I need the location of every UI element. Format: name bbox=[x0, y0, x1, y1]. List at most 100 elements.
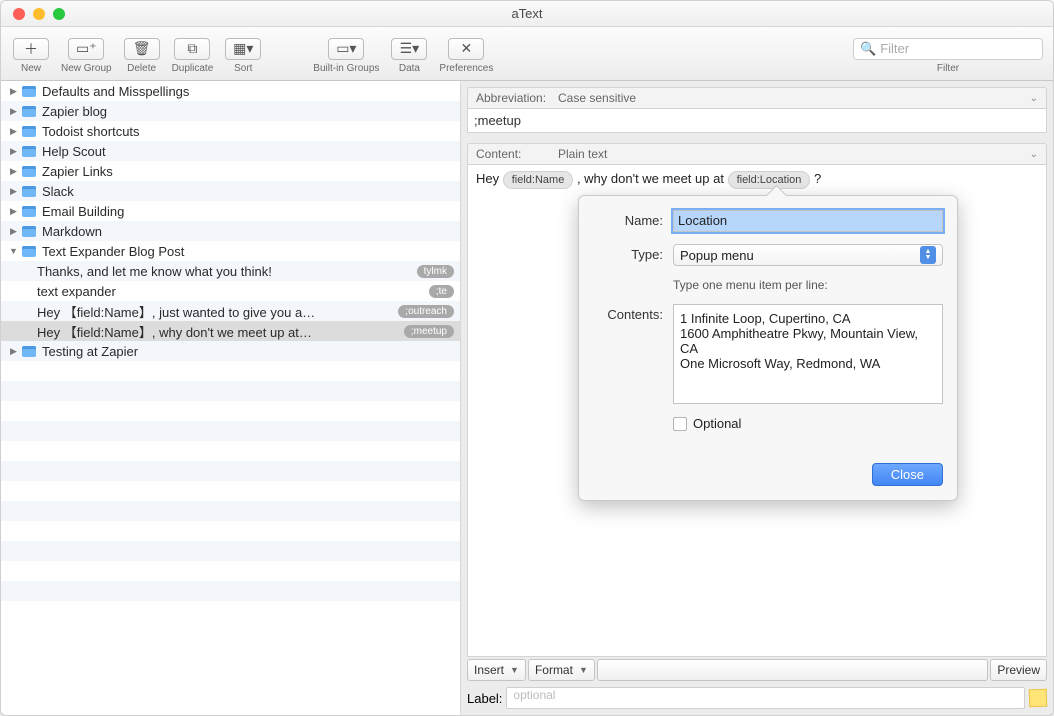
list-item[interactable]: ▶Slack bbox=[1, 181, 460, 201]
folder-icon bbox=[22, 106, 36, 117]
data-button[interactable]: ☰▾ bbox=[391, 38, 427, 60]
content-text-post: ? bbox=[814, 171, 821, 186]
note-icon[interactable] bbox=[1029, 689, 1048, 708]
filter-input[interactable]: 🔍Filter bbox=[853, 38, 1043, 60]
list-item[interactable] bbox=[1, 581, 460, 601]
plus-icon: ＋ bbox=[24, 39, 38, 59]
content-editor[interactable]: Hey field:Name , why don't we meet up at… bbox=[467, 165, 1047, 657]
list-icon: ☰▾ bbox=[400, 40, 420, 57]
window-title: aText bbox=[1, 6, 1053, 21]
field-name-chip[interactable]: field:Name bbox=[503, 171, 574, 189]
list-item[interactable]: ▶Zapier Links bbox=[1, 161, 460, 181]
list-item[interactable]: Hey 【field:Name】, why don't we meet up a… bbox=[1, 321, 460, 341]
disclosure-triangle-icon: ▶ bbox=[9, 167, 18, 176]
delete-button[interactable]: 🗑 bbox=[124, 38, 160, 60]
list-item[interactable]: ▶Testing at Zapier bbox=[1, 341, 460, 361]
content-text-pre: Hey bbox=[476, 171, 503, 186]
folder-icon bbox=[22, 226, 36, 237]
abbr-badge: tylmk bbox=[417, 265, 454, 278]
field-path[interactable] bbox=[597, 659, 988, 681]
new-group-button[interactable]: ▭⁺ bbox=[68, 38, 104, 60]
new-button[interactable]: ＋ bbox=[13, 38, 49, 60]
folder-icon bbox=[22, 166, 36, 177]
popover-name-input[interactable]: Location bbox=[673, 210, 943, 232]
content-mode: Plain text bbox=[558, 147, 1030, 161]
search-icon: 🔍 bbox=[860, 41, 876, 57]
list-item[interactable]: Thanks, and let me know what you think!t… bbox=[1, 261, 460, 281]
disclosure-triangle-icon: ▶ bbox=[9, 87, 18, 96]
list-item[interactable]: Hey 【field:Name】, just wanted to give yo… bbox=[1, 301, 460, 321]
content-label: Content: bbox=[476, 147, 558, 161]
list-item[interactable] bbox=[1, 561, 460, 581]
preferences-button[interactable]: ✕ bbox=[448, 38, 484, 60]
content-header[interactable]: Content: Plain text ⌄ bbox=[467, 143, 1047, 165]
list-item[interactable]: ▶Defaults and Misspellings bbox=[1, 81, 460, 101]
abbr-badge: ;meetup bbox=[404, 325, 454, 338]
sort-button[interactable]: ▦▾ bbox=[225, 38, 261, 60]
folder-icon bbox=[22, 206, 36, 217]
abbr-badge: ;te bbox=[429, 285, 454, 298]
popover-type-value: Popup menu bbox=[680, 248, 754, 263]
popover-optional-checkbox[interactable]: Optional bbox=[673, 416, 943, 431]
insert-menu[interactable]: Insert▼ bbox=[467, 659, 526, 681]
list-item[interactable]: ▶Markdown bbox=[1, 221, 460, 241]
disclosure-triangle-icon: ▶ bbox=[9, 207, 18, 216]
prefs-label: Preferences bbox=[439, 63, 493, 74]
builtin-label: Built-in Groups bbox=[313, 63, 379, 74]
builtin-groups-button[interactable]: ▭▾ bbox=[328, 38, 364, 60]
folder-icon bbox=[22, 186, 36, 197]
app-window: aText ＋New ▭⁺New Group 🗑Delete ⧉Duplicat… bbox=[0, 0, 1054, 716]
popover-contents-textarea[interactable]: 1 Infinite Loop, Cupertino, CA 1600 Amph… bbox=[673, 304, 943, 404]
new-label: New bbox=[21, 63, 41, 74]
abbrev-label: Abbreviation: bbox=[476, 91, 558, 105]
list-item[interactable] bbox=[1, 501, 460, 521]
popover-close-button[interactable]: Close bbox=[872, 463, 943, 486]
folder-icon bbox=[22, 346, 36, 357]
content-text-mid: , why don't we meet up at bbox=[577, 171, 728, 186]
folder-icon bbox=[22, 126, 36, 137]
popover-contents-label: Contents: bbox=[593, 304, 663, 322]
chevron-down-icon: ⌄ bbox=[1030, 93, 1038, 104]
popup-icon: ▭▾ bbox=[336, 40, 356, 57]
list-item[interactable] bbox=[1, 541, 460, 561]
field-location-chip[interactable]: field:Location bbox=[728, 171, 811, 189]
disclosure-triangle-icon: ▶ bbox=[9, 187, 18, 196]
folder-icon bbox=[22, 146, 36, 157]
snippet-label-input[interactable]: optional bbox=[506, 687, 1025, 709]
list-item[interactable] bbox=[1, 421, 460, 441]
snippet-label-label: Label: bbox=[467, 691, 502, 706]
duplicate-button[interactable]: ⧉ bbox=[174, 38, 210, 60]
sort-icon: ▦▾ bbox=[233, 40, 253, 57]
stepper-icon: ▲▼ bbox=[920, 246, 936, 264]
list-item[interactable]: ▶Email Building bbox=[1, 201, 460, 221]
toolbar: ＋New ▭⁺New Group 🗑Delete ⧉Duplicate ▦▾So… bbox=[1, 27, 1053, 81]
list-item[interactable]: ▶Zapier blog bbox=[1, 101, 460, 121]
list-item[interactable] bbox=[1, 441, 460, 461]
delete-label: Delete bbox=[127, 63, 156, 74]
popover-type-select[interactable]: Popup menu ▲▼ bbox=[673, 244, 943, 266]
list-item[interactable]: ▶Help Scout bbox=[1, 141, 460, 161]
abbreviation-header[interactable]: Abbreviation: Case sensitive ⌄ bbox=[467, 87, 1047, 109]
popover-type-label: Type: bbox=[593, 244, 663, 262]
abbreviation-input[interactable]: ;meetup bbox=[467, 109, 1047, 133]
sidebar[interactable]: ▶Defaults and Misspellings▶Zapier blog▶T… bbox=[1, 81, 461, 715]
list-item[interactable] bbox=[1, 461, 460, 481]
abbrev-mode: Case sensitive bbox=[558, 91, 1030, 105]
list-item[interactable] bbox=[1, 521, 460, 541]
duplicate-icon: ⧉ bbox=[187, 40, 197, 57]
list-item[interactable] bbox=[1, 401, 460, 421]
list-item[interactable]: ▶Todoist shortcuts bbox=[1, 121, 460, 141]
list-item[interactable] bbox=[1, 361, 460, 381]
list-item[interactable] bbox=[1, 381, 460, 401]
caret-down-icon: ▼ bbox=[579, 665, 588, 675]
disclosure-triangle-icon: ▶ bbox=[9, 227, 18, 236]
list-item[interactable]: text expander;te bbox=[1, 281, 460, 301]
disclosure-triangle-icon: ▶ bbox=[9, 347, 18, 356]
popover-optional-label: Optional bbox=[693, 416, 741, 431]
folder-icon bbox=[22, 86, 36, 97]
format-menu[interactable]: Format▼ bbox=[528, 659, 595, 681]
list-item[interactable] bbox=[1, 481, 460, 501]
list-item[interactable]: ▼Text Expander Blog Post bbox=[1, 241, 460, 261]
chevron-down-icon: ⌄ bbox=[1030, 149, 1038, 160]
preview-button[interactable]: Preview bbox=[990, 659, 1047, 681]
